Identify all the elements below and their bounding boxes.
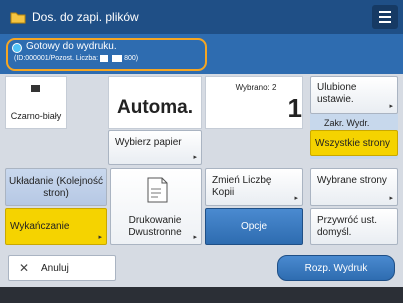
chevron-right-icon: ▸ xyxy=(389,103,393,110)
title-bar: Dos. do zapi. plików xyxy=(0,0,403,34)
page-icon xyxy=(147,177,168,203)
close-icon: ✕ xyxy=(19,261,30,275)
duplex-label: Drukowanie Dwustronne xyxy=(128,215,182,238)
options-label: Opcje xyxy=(240,221,268,232)
finishing-button[interactable]: Wykańczanie ▸ xyxy=(5,208,107,245)
layout-button[interactable]: Układanie (Kolejność stron) xyxy=(5,168,107,206)
select-paper-button[interactable]: Wybierz papier ▸ xyxy=(108,130,202,165)
color-mode-button[interactable]: Czarno-biały xyxy=(5,76,67,129)
options-button[interactable]: Opcje xyxy=(205,208,303,245)
settings-panel: Czarno-biały Automa. Wybrano: 2 1 Ulubio… xyxy=(0,74,403,249)
chevron-right-icon: ▸ xyxy=(193,234,197,241)
chevron-right-icon: ▸ xyxy=(98,234,102,241)
all-pages-button[interactable]: Wszystkie strony xyxy=(310,130,398,156)
duplex-button[interactable]: Drukowanie Dwustronne ▸ xyxy=(110,168,202,245)
color-mode-label: Czarno-biały xyxy=(10,111,62,121)
chevron-right-icon: ▸ xyxy=(389,195,393,202)
status-detail: (ID:000001/Pozost. Liczba: 800) xyxy=(14,54,139,62)
status-text: Gotowy do wydruku. xyxy=(26,41,117,52)
chevron-right-icon: ▸ xyxy=(193,154,197,161)
color-mode-icon xyxy=(31,85,40,92)
print-range-label: Zakr. Wydr. xyxy=(324,118,370,128)
printer-status-icon xyxy=(12,43,22,53)
favorites-label: Ulubione ustawie. xyxy=(317,82,357,105)
layout-label: Układanie (Kolejność stron) xyxy=(9,176,103,199)
paper-size-value: Automa. xyxy=(117,97,193,118)
copies-display: Wybrano: 2 1 xyxy=(205,76,303,129)
print-range-group: Zakr. Wydr. Wszystkie strony xyxy=(310,114,398,159)
footer-strip xyxy=(0,287,403,303)
selected-pages-label: Wybrane strony xyxy=(317,175,387,186)
favorites-button[interactable]: Ulubione ustawie. ▸ xyxy=(310,76,398,114)
tray-icon xyxy=(112,54,123,62)
menu-button[interactable] xyxy=(372,5,398,29)
all-pages-label: Wszystkie strony xyxy=(315,138,391,149)
start-print-label: Rozp. Wydruk xyxy=(304,263,368,274)
restore-defaults-button[interactable]: Przywróć ust. domyśl. xyxy=(310,208,398,245)
restore-defaults-label: Przywróć ust. domyśl. xyxy=(317,215,378,238)
start-print-button[interactable]: Rozp. Wydruk xyxy=(277,255,395,281)
change-copies-label: Zmień Liczbę Kopii xyxy=(212,175,272,198)
copies-value: 1 xyxy=(287,93,302,123)
change-copies-button[interactable]: Zmień Liczbę Kopii ▸ xyxy=(205,168,303,206)
status-bar: Gotowy do wydruku. (ID:000001/Pozost. Li… xyxy=(0,34,403,74)
folder-icon xyxy=(10,12,26,24)
cancel-button[interactable]: ✕ Anuluj xyxy=(8,255,116,281)
paper-icon xyxy=(100,54,109,62)
finishing-label: Wykańczanie xyxy=(10,221,70,232)
paper-size-display: Automa. xyxy=(108,76,202,129)
bottom-bar: ✕ Anuluj Rozp. Wydruk xyxy=(0,249,403,287)
select-paper-label: Wybierz papier xyxy=(115,137,182,148)
selected-pages-button[interactable]: Wybrane strony ▸ xyxy=(310,168,398,206)
chevron-right-icon: ▸ xyxy=(294,195,298,202)
page-title: Dos. do zapi. plików xyxy=(32,10,139,24)
cancel-label: Anuluj xyxy=(41,263,69,274)
